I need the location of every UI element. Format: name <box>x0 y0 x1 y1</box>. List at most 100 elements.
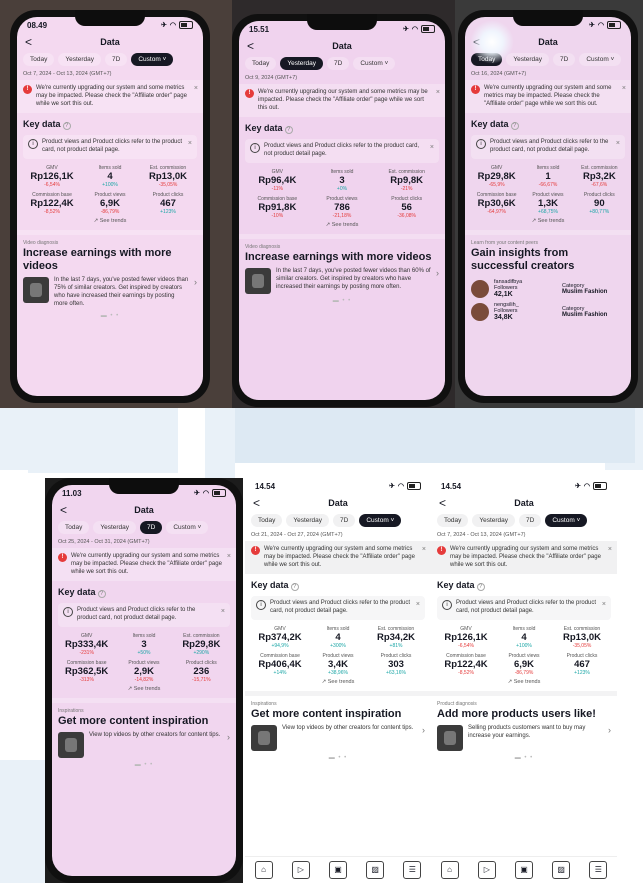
chevron-right-icon[interactable]: › <box>436 268 439 278</box>
metric-cell[interactable]: Commission base Rp362,5K -313% <box>58 660 115 683</box>
tab-yesterday[interactable]: Yesterday <box>58 53 102 66</box>
metric-cell[interactable]: Commission base Rp30,6K -64,97% <box>471 192 522 215</box>
image-icon[interactable]: ▨ <box>366 861 385 879</box>
see-trends-link[interactable]: ↗ See trends <box>52 683 236 695</box>
metric-cell[interactable]: GMV Rp126,1K -6,54% <box>23 165 81 188</box>
back-icon[interactable]: < <box>253 496 260 510</box>
metric-cell[interactable]: Items sold 3 +0% <box>310 169 375 192</box>
metric-cell[interactable]: Est. commission Rp13,0K -35,05% <box>139 165 197 188</box>
metric-cell[interactable]: Est. commission Rp13,0K -35,05% <box>553 626 611 649</box>
help-icon[interactable]: ? <box>290 583 299 592</box>
back-icon[interactable]: < <box>439 496 446 510</box>
chevron-right-icon[interactable]: › <box>608 725 611 735</box>
metric-cell[interactable]: Est. commission Rp34,2K +81% <box>367 626 425 649</box>
metric-cell[interactable]: GMV Rp126,1K -6,54% <box>437 626 495 649</box>
list-icon[interactable]: ☰ <box>589 861 608 879</box>
metric-cell[interactable]: Product views 786 -21,18% <box>310 196 375 219</box>
see-trends-link[interactable]: ↗ See trends <box>245 676 431 688</box>
tab-7d[interactable]: 7D <box>140 521 163 534</box>
metric-cell[interactable]: Product clicks 467 +123% <box>553 653 611 676</box>
close-icon[interactable]: × <box>221 607 225 616</box>
close-icon[interactable]: × <box>227 552 231 561</box>
section-card[interactable]: View top videos by other creators for co… <box>245 725 431 752</box>
metric-cell[interactable]: GMV Rp333,4K -231% <box>58 633 115 656</box>
help-icon[interactable]: ? <box>476 583 485 592</box>
tab-yesterday[interactable]: Yesterday <box>93 521 137 534</box>
close-icon[interactable]: × <box>422 545 426 554</box>
metric-cell[interactable]: GMV Rp96,4K -11% <box>245 169 310 192</box>
metric-cell[interactable]: Product clicks 303 +63,16% <box>367 653 425 676</box>
see-trends-link[interactable]: ↗ See trends <box>17 215 203 227</box>
close-icon[interactable]: × <box>416 600 420 609</box>
metric-cell[interactable]: Commission base Rp122,4K -8,52% <box>437 653 495 676</box>
metric-cell[interactable]: Items sold 1 -66,67% <box>522 165 573 188</box>
back-icon[interactable]: < <box>25 35 32 49</box>
camera-icon[interactable]: ▣ <box>514 861 533 879</box>
see-trends-link[interactable]: ↗ See trends <box>431 676 617 688</box>
chevron-right-icon[interactable]: › <box>194 277 197 287</box>
metric-cell[interactable]: Product views 3,4K +38,96% <box>309 653 367 676</box>
metric-cell[interactable]: Product clicks 467 +123% <box>139 192 197 215</box>
metric-cell[interactable]: Items sold 3 +50% <box>115 633 172 656</box>
tab-7d[interactable]: 7D <box>327 57 350 70</box>
close-icon[interactable]: × <box>430 143 434 152</box>
section-card[interactable]: Selling products customers want to buy m… <box>431 725 617 752</box>
metric-cell[interactable]: GMV Rp374,2K +94,9% <box>251 626 309 649</box>
chevron-right-icon[interactable]: › <box>227 732 230 742</box>
metric-cell[interactable]: Items sold 4 +100% <box>495 626 553 649</box>
metric-cell[interactable]: Product views 6,9K -86,79% <box>81 192 139 215</box>
metric-cell[interactable]: Product clicks 56 -36,08% <box>374 196 439 219</box>
tab-custom[interactable]: Custom ˅ <box>579 53 622 66</box>
section-card[interactable]: View top videos by other creators for co… <box>52 732 236 759</box>
list-icon[interactable]: ☰ <box>403 861 422 879</box>
tab-yesterday[interactable]: Yesterday <box>472 514 516 527</box>
tab-7d[interactable]: 7D <box>333 514 356 527</box>
camera-icon[interactable]: ▣ <box>328 861 347 879</box>
see-trends-link[interactable]: ↗ See trends <box>239 219 445 231</box>
tab-yesterday[interactable]: Yesterday <box>286 514 330 527</box>
metric-cell[interactable]: Product clicks 90 +80,77% <box>574 192 625 215</box>
metric-cell[interactable]: Product views 6,9K -86,79% <box>495 653 553 676</box>
tab-custom[interactable]: Custom ˅ <box>545 514 588 527</box>
home-icon[interactable]: ⌂ <box>254 861 273 879</box>
back-icon[interactable]: < <box>60 503 67 517</box>
tab-custom[interactable]: Custom ˅ <box>359 514 402 527</box>
chevron-right-icon[interactable]: › <box>422 725 425 735</box>
close-icon[interactable]: × <box>602 600 606 609</box>
close-icon[interactable]: × <box>188 139 192 148</box>
tab-today[interactable]: Today <box>23 53 55 66</box>
close-icon[interactable]: × <box>194 84 198 93</box>
tab-yesterday[interactable]: Yesterday <box>280 57 324 70</box>
close-icon[interactable]: × <box>436 88 440 97</box>
tab-custom[interactable]: Custom ˅ <box>166 521 209 534</box>
help-icon[interactable]: ? <box>284 126 293 135</box>
close-icon[interactable]: × <box>622 84 626 93</box>
metric-cell[interactable]: Product clicks 236 -15,71% <box>173 660 230 683</box>
metric-cell[interactable]: Product views 2,9K -14,82% <box>115 660 172 683</box>
section-card[interactable]: In the last 7 days, you've posted fewer … <box>17 277 203 308</box>
metric-cell[interactable]: Est. commission Rp3,2K -67,6% <box>574 165 625 188</box>
back-icon[interactable]: < <box>247 39 254 53</box>
close-icon[interactable]: × <box>608 545 612 554</box>
help-icon[interactable]: ? <box>510 122 519 131</box>
section-card[interactable]: In the last 7 days, you've posted fewer … <box>239 268 445 295</box>
metric-cell[interactable]: Est. commission Rp29,8K +290% <box>173 633 230 656</box>
creator-row[interactable]: fansadifbya Followers 42,1K Category Muslim … <box>465 277 631 300</box>
tab-custom[interactable]: Custom ˅ <box>131 53 174 66</box>
image-icon[interactable]: ▨ <box>552 861 571 879</box>
tab-today[interactable]: Today <box>245 57 277 70</box>
metric-cell[interactable]: Commission base Rp91,8K -10% <box>245 196 310 219</box>
tab-yesterday[interactable]: Yesterday <box>506 53 550 66</box>
see-trends-link[interactable]: ↗ See trends <box>465 215 631 227</box>
metric-cell[interactable]: Commission base Rp406,4K +14% <box>251 653 309 676</box>
tab-7d[interactable]: 7D <box>105 53 128 66</box>
tab-7d[interactable]: 7D <box>553 53 576 66</box>
play-icon[interactable]: ▷ <box>291 861 310 879</box>
metric-cell[interactable]: Est. commission Rp9,8K -21% <box>374 169 439 192</box>
tab-7d[interactable]: 7D <box>519 514 542 527</box>
play-icon[interactable]: ▷ <box>477 861 496 879</box>
metric-cell[interactable]: GMV Rp29,8K -65,9% <box>471 165 522 188</box>
metric-cell[interactable]: Product views 1,3K +68,75% <box>522 192 573 215</box>
close-icon[interactable]: × <box>616 139 620 148</box>
tab-today[interactable]: Today <box>251 514 283 527</box>
